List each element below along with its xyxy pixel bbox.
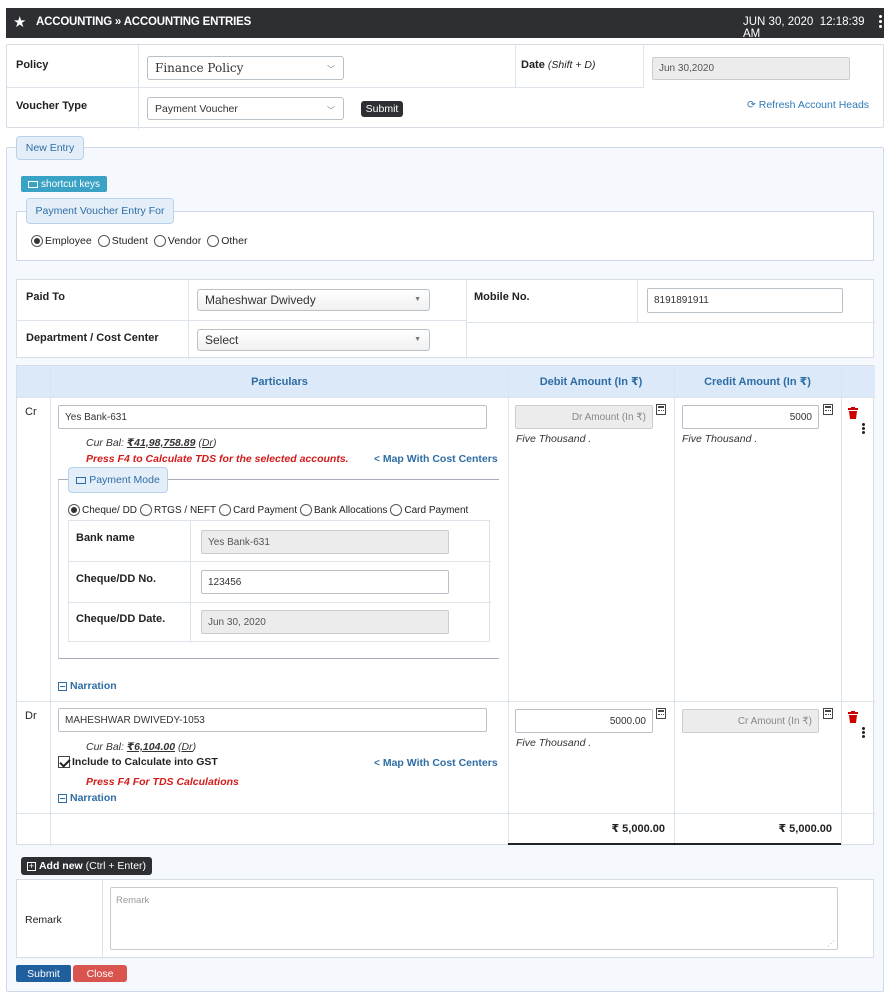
debit-input-cr[interactable]: Dr Amount (In ₹) (515, 405, 653, 429)
radio-student[interactable] (97, 235, 110, 247)
shortcut-keys-button[interactable]: shortcut keys (21, 176, 107, 192)
gst-checkbox-row[interactable]: Include to Calculate into GST (58, 756, 218, 768)
policy-select[interactable]: Finance Policy ﹀ (147, 56, 344, 80)
cur-bal-dr: Cur Bal: ₹6,104.00 (Dr) (86, 741, 197, 753)
total-credit: ₹ 5,000.00 (778, 823, 832, 835)
radio-vendor[interactable] (153, 235, 166, 247)
tds-note-dr: Press F4 For TDS Calculations (86, 776, 239, 788)
particulars-header: Particulars (51, 366, 508, 397)
cheque-no-label: Cheque/DD No. (76, 573, 157, 585)
refresh-account-heads-link[interactable]: ⟳ Refresh Account Heads (747, 99, 869, 111)
share-icon: < (374, 454, 380, 465)
cheque-no-input[interactable]: 123456 (201, 570, 449, 594)
close-button[interactable]: Close (73, 965, 127, 982)
department-select[interactable]: Select ▼ (197, 329, 430, 351)
add-new-button[interactable]: + Add new (Ctrl + Enter) (21, 857, 152, 875)
paid-to-label: Paid To (26, 291, 65, 303)
new-entry-legend: New Entry (16, 136, 84, 160)
payment-mode-radios: Cheque/ DD RTGS / NEFT Card Payment Bank… (68, 504, 471, 516)
money-icon (76, 476, 87, 484)
submit-voucher-type-button[interactable]: Submit (361, 101, 403, 117)
credit-header: Credit Amount (In ₹) (674, 366, 841, 397)
mobile-input[interactable]: 8191891911 (647, 288, 843, 313)
narration-icon (58, 681, 67, 691)
datetime: JUN 30, 2020 12:18:39 AM (743, 16, 865, 40)
credit-input-dr[interactable]: Cr Amount (In ₹) (682, 709, 819, 733)
delete-icon[interactable] (848, 407, 858, 419)
calculator-icon[interactable] (656, 708, 666, 719)
total-debit: ₹ 5,000.00 (611, 823, 665, 835)
radio-card-payment[interactable] (219, 504, 232, 516)
keyboard-icon (28, 180, 39, 188)
radio-other[interactable] (207, 235, 220, 247)
radio-bank-allocations[interactable] (300, 504, 312, 516)
debit-input-dr[interactable]: 5000.00 (515, 709, 653, 733)
narration-link-cr[interactable]: Narration (58, 680, 117, 692)
paid-to-panel: Paid To Maheshwar Dwivedy ▼ Mobile No. 81… (16, 279, 875, 359)
bank-name-field[interactable]: Yes Bank-631 (201, 530, 449, 554)
caret-down-icon: ▼ (414, 336, 421, 343)
row-menu-icon[interactable] (862, 423, 865, 436)
voucher-type-label: Voucher Type (16, 100, 88, 112)
radio-employee[interactable] (31, 235, 43, 247)
paid-to-select[interactable]: Maheshwar Dwivedy ▼ (197, 289, 430, 311)
row-menu-icon[interactable] (862, 727, 865, 740)
voucher-header-panel: Policy Finance Policy ﹀ Date (Shift + D) … (6, 44, 884, 129)
date-label: Date (Shift + D) (521, 59, 596, 71)
calculator-icon[interactable] (656, 404, 666, 415)
payment-mode-legend: Payment Mode (68, 467, 168, 493)
row-type-cr: Cr (25, 406, 37, 418)
cheque-date-field[interactable]: Jun 30, 2020 (201, 610, 449, 634)
radio-card-payment-2[interactable] (390, 504, 403, 516)
policy-label: Policy (16, 59, 49, 71)
cheque-date-label: Cheque/DD Date. (76, 613, 166, 625)
entry-for-legend: Payment Voucher Entry For (26, 198, 174, 224)
breadcrumb: ACCOUNTING » ACCOUNTING ENTRIES (36, 16, 252, 28)
star-icon[interactable]: ★ (13, 13, 26, 31)
delete-icon[interactable] (848, 711, 858, 723)
credit-input-cr[interactable]: 5000 (682, 405, 819, 429)
account-input-dr[interactable]: MAHESHWAR DWIVEDY-1053 (58, 708, 487, 732)
more-menu-icon[interactable] (879, 13, 883, 31)
debit-words-dr: Five Thousand . (516, 737, 592, 749)
remark-label: Remark (25, 914, 62, 926)
chevron-down-icon: ﹀ (327, 105, 335, 115)
entry-for-radios: Employee Student Vendor Other (31, 235, 250, 247)
share-icon: < (374, 758, 380, 769)
map-cost-centers-link-cr[interactable]: < Map With Cost Centers (374, 453, 498, 465)
row-type-dr: Dr (25, 710, 37, 722)
debit-words-cr: Five Thousand . (516, 433, 592, 445)
tds-note-cr: Press F4 to Calculate TDS for the select… (86, 453, 349, 465)
date-field[interactable]: Jun 30,2020 (652, 57, 850, 80)
cur-bal-cr: Cur Bal: ₹41,98,758.89 (Dr) (86, 437, 217, 449)
radio-cheque-dd[interactable] (68, 504, 80, 516)
radio-rtgs-neft[interactable] (140, 504, 153, 516)
gst-checkbox[interactable] (58, 756, 70, 768)
department-label: Department / Cost Center (26, 332, 159, 344)
calculator-icon[interactable] (823, 708, 833, 719)
account-input-cr[interactable]: Yes Bank-631 (58, 405, 487, 429)
chevron-down-icon: ﹀ (327, 65, 335, 74)
mobile-label: Mobile No. (474, 291, 530, 303)
debit-header: Debit Amount (In ₹) (508, 366, 674, 397)
resize-handle-icon[interactable]: ⋰ (827, 939, 835, 948)
submit-button[interactable]: Submit (16, 965, 71, 982)
calculator-icon[interactable] (823, 404, 833, 415)
map-cost-centers-link-dr[interactable]: < Map With Cost Centers (374, 757, 498, 769)
narration-link-dr[interactable]: Narration (58, 792, 117, 804)
plus-square-icon: + (26, 860, 36, 871)
remark-textarea[interactable]: Remark ⋰ (110, 887, 838, 950)
voucher-type-select[interactable]: Payment Voucher ﹀ (147, 97, 344, 120)
refresh-icon: ⟳ (747, 99, 756, 111)
top-bar: ★ ACCOUNTING » ACCOUNTING ENTRIES JUN 30… (6, 8, 884, 40)
credit-words-cr: Five Thousand . (682, 433, 758, 445)
caret-down-icon: ▼ (414, 296, 421, 303)
narration-icon (58, 793, 67, 803)
bank-name-label: Bank name (76, 532, 135, 544)
